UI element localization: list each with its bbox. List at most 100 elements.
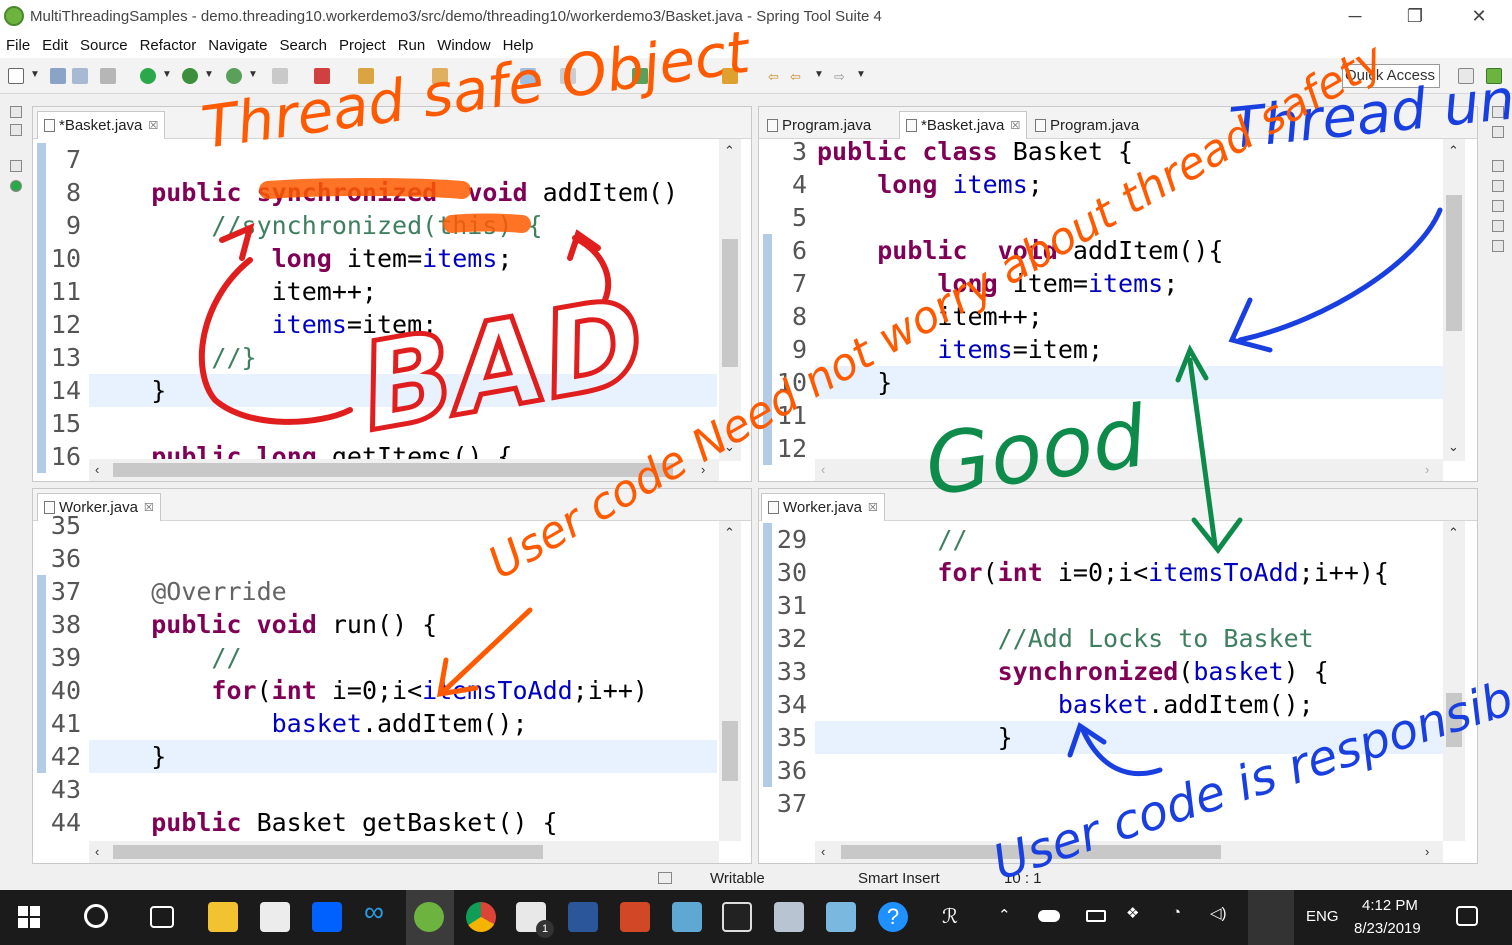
save-all-icon[interactable]	[72, 68, 88, 84]
vertical-scrollbar[interactable]: ⌃	[1443, 521, 1465, 841]
code-line[interactable]: item++;	[817, 300, 1042, 333]
file-explorer-icon[interactable]	[208, 902, 238, 932]
problems-icon[interactable]	[1492, 180, 1504, 192]
scroll-thumb[interactable]	[841, 845, 1221, 859]
print-icon[interactable]	[100, 68, 116, 84]
debug-icon[interactable]	[182, 68, 198, 84]
show-hidden-icons[interactable]: ⌃	[998, 906, 1011, 924]
scroll-right-icon[interactable]: ›	[1425, 462, 1429, 477]
scroll-left-icon[interactable]: ‹	[95, 462, 99, 477]
close-button[interactable]: ✕	[1456, 0, 1502, 32]
outline-icon[interactable]	[1492, 126, 1504, 138]
spring-perspective-icon[interactable]	[1486, 68, 1502, 84]
annotation-next-icon[interactable]	[632, 68, 648, 84]
scroll-right-icon[interactable]: ›	[701, 462, 705, 477]
scroll-up-icon[interactable]: ⌃	[1448, 143, 1459, 159]
javadoc-icon[interactable]	[1492, 200, 1504, 212]
code-line[interactable]: public void run() {	[91, 608, 437, 641]
cortana-search-icon[interactable]	[84, 904, 108, 928]
code-line[interactable]: @Override	[91, 575, 286, 608]
menu-source[interactable]: Source	[80, 37, 128, 54]
dropdown-arrow-icon[interactable]: ▼	[162, 69, 172, 80]
help-icon[interactable]: ?	[878, 902, 908, 932]
menu-refactor[interactable]: Refactor	[140, 37, 197, 54]
restore-icon[interactable]	[10, 106, 22, 118]
powerpoint-icon[interactable]	[620, 902, 650, 932]
pen-workspace-icon[interactable]	[1248, 890, 1294, 945]
code-line[interactable]: for(int i=0;i<itemsToAdd;i++)	[91, 674, 648, 707]
code-line[interactable]: }	[91, 740, 166, 773]
code-line[interactable]: public Basket getBasket() {	[91, 806, 557, 839]
menu-window[interactable]: Window	[437, 37, 490, 54]
notes-icon[interactable]	[826, 902, 856, 932]
scroll-left-icon[interactable]: ‹	[821, 462, 825, 477]
console-icon[interactable]	[1492, 240, 1504, 252]
horizontal-scrollbar[interactable]: ‹ ›	[815, 841, 1443, 863]
monitor-icon[interactable]	[774, 902, 804, 932]
forward-icon[interactable]: ⇨	[834, 69, 845, 85]
new-icon[interactable]	[8, 68, 24, 84]
code-line[interactable]: for(int i=0;i<itemsToAdd;i++){	[817, 556, 1389, 589]
scroll-thumb[interactable]	[722, 239, 738, 367]
annotation-prev-icon[interactable]	[722, 68, 738, 84]
scroll-left-icon[interactable]: ‹	[95, 844, 99, 859]
close-tab-icon[interactable]: ☒	[1010, 119, 1020, 132]
vertical-scrollbar[interactable]: ⌃ ⌄	[1443, 139, 1465, 461]
code-line[interactable]: items=item;	[817, 333, 1103, 366]
menu-file[interactable]: File	[6, 37, 30, 54]
code-line[interactable]: public synchronized void addItem()	[91, 176, 678, 209]
back-icon[interactable]: ⇦	[768, 69, 779, 85]
tab-basket-java[interactable]: *Basket.java ☒	[37, 111, 166, 139]
minimize-button[interactable]: ─	[1332, 0, 1378, 32]
maximize-button[interactable]: ❐	[1392, 0, 1438, 32]
scroll-thumb[interactable]	[722, 721, 738, 781]
volume-icon[interactable]: ◁)	[1210, 904, 1227, 922]
history-icon[interactable]: ⇦	[790, 69, 801, 85]
boot-dashboard-icon[interactable]	[10, 180, 22, 192]
quick-access-input[interactable]: Quick Access	[1342, 64, 1440, 88]
block-selection-icon[interactable]	[560, 68, 576, 84]
close-tab-icon[interactable]: ☒	[144, 501, 154, 514]
vertical-scrollbar[interactable]: ⌃	[719, 521, 741, 841]
dropdown-arrow-icon[interactable]: ▼	[248, 69, 258, 80]
menu-navigate[interactable]: Navigate	[208, 37, 267, 54]
onedrive-icon[interactable]	[1038, 910, 1060, 922]
close-tab-icon[interactable]: ☒	[868, 501, 878, 514]
dropdown-arrow-icon[interactable]: ▼	[856, 69, 866, 80]
battery-icon[interactable]	[1086, 910, 1106, 922]
dropdown-arrow-icon[interactable]: ▼	[814, 69, 824, 80]
save-icon[interactable]	[50, 68, 66, 84]
code-line[interactable]: items=item;	[91, 308, 438, 341]
dropbox-tray-icon[interactable]: ❖	[1126, 904, 1139, 922]
menu-run[interactable]: Run	[398, 37, 426, 54]
language-indicator[interactable]: ENG	[1306, 908, 1339, 925]
run-icon[interactable]	[140, 68, 156, 84]
package-explorer-icon[interactable]	[10, 124, 22, 136]
code-line[interactable]: long item=items;	[91, 242, 513, 275]
vertical-scrollbar[interactable]: ⌃ ⌄	[719, 139, 741, 461]
close-tab-icon[interactable]: ☒	[148, 119, 158, 132]
clock-date[interactable]: 8/23/2019	[1354, 920, 1421, 937]
scroll-thumb[interactable]	[1446, 693, 1462, 747]
scroll-left-icon[interactable]: ‹	[821, 844, 825, 859]
mark-occurrences-icon[interactable]	[520, 68, 536, 84]
action-center-icon[interactable]	[1456, 906, 1478, 926]
dropbox-icon[interactable]	[312, 902, 342, 932]
code-line[interactable]: //synchronized(this) {	[91, 209, 542, 242]
horizontal-scrollbar[interactable]: ‹ ›	[815, 459, 1443, 481]
menu-search[interactable]: Search	[279, 37, 327, 54]
declaration-icon[interactable]	[1492, 220, 1504, 232]
paint-icon[interactable]	[672, 902, 702, 932]
terminal-icon[interactable]	[722, 902, 752, 932]
horizontal-scrollbar[interactable]: ‹ ›	[89, 459, 719, 481]
open-type-icon[interactable]	[358, 68, 374, 84]
code-line[interactable]: long item=items;	[817, 267, 1178, 300]
wifi-icon[interactable]: ◔	[1172, 904, 1181, 921]
word-icon[interactable]	[568, 902, 598, 932]
code-line[interactable]: basket.addItem();	[817, 688, 1314, 721]
menu-project[interactable]: Project	[339, 37, 386, 54]
restore-icon[interactable]	[1492, 106, 1504, 118]
horizontal-scrollbar[interactable]: ‹	[89, 841, 719, 863]
people-icon[interactable]: ℛ	[942, 904, 958, 929]
windows-start-icon[interactable]	[18, 906, 40, 928]
